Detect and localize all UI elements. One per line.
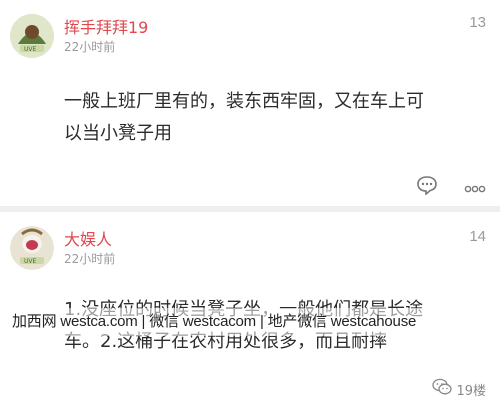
comment-post: UVE 挥手拜拜19 22小时前 13 一般上班厂里有的，装东西牢固，又在车上可… [0,0,500,206]
post-actions [416,175,486,199]
avatar[interactable]: UVE [10,14,54,58]
timestamp: 22小时前 [64,40,116,54]
badge-text: 19楼 [456,383,486,399]
comment-icon[interactable] [416,175,438,199]
floor-number: 13 [469,14,486,31]
username[interactable]: 挥手拜拜19 [64,14,148,38]
source-badge: 19楼 [432,378,486,400]
floor-number: 14 [469,228,486,245]
more-icon[interactable] [464,178,486,197]
comment-line: 以当小凳子用 [64,123,172,144]
svg-text:UVE: UVE [24,258,36,265]
comment-text: 一般上班厂里有的，装东西牢固，又在车上可 以当小凳子用 [64,86,464,150]
timestamp: 22小时前 [64,252,116,266]
watermark-text: 加西网 westca.com | 微信 westcacom | 地产微信 wes… [12,313,417,330]
svg-text:UVE: UVE [24,46,36,53]
avatar[interactable]: UVE [10,226,54,270]
username[interactable]: 大娱人 [64,226,112,250]
wechat-icon [432,378,453,400]
comment-line: 一般上班厂里有的，装东西牢固，又在车上可 [64,91,424,112]
